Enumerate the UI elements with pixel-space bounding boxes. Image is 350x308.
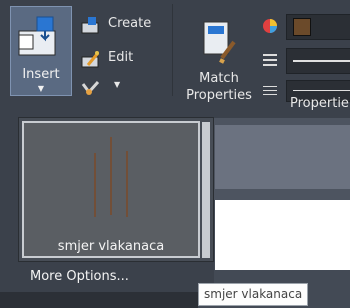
- create-block-icon: [81, 17, 99, 34]
- block-tile-smjer-vlakanaca[interactable]: smjer vlakanaca: [22, 121, 200, 258]
- insert-block-icon: [18, 16, 56, 56]
- match-properties-label: Match Properties: [186, 71, 252, 103]
- create-label: Create: [108, 16, 152, 31]
- color-swatch: [293, 18, 311, 36]
- color-wheel-icon[interactable]: [262, 18, 278, 34]
- match-properties-icon: [203, 21, 236, 64]
- properties-panel-label: Propertie: [290, 96, 349, 111]
- attribute-dropdown[interactable]: ▼: [80, 78, 140, 98]
- ribbon-divider: [172, 4, 173, 96]
- linetype-sample: [293, 60, 350, 62]
- attribute-chevron-icon: ▼: [114, 80, 121, 89]
- block-preview-icon: [94, 137, 128, 217]
- linetype-dropdown[interactable]: [286, 48, 350, 74]
- tooltip: smjer vlakanaca: [198, 283, 309, 306]
- insert-button[interactable]: Insert ▼: [10, 6, 72, 96]
- gallery-scrollbar[interactable]: [202, 122, 210, 258]
- insert-label: Insert: [22, 67, 60, 82]
- chevron-down-icon: ▼: [37, 84, 45, 93]
- edit-label: Edit: [108, 50, 134, 65]
- edit-block-button[interactable]: Edit: [80, 48, 170, 70]
- more-options-menu-item[interactable]: More Options...: [18, 262, 214, 292]
- create-block-button[interactable]: Create: [80, 14, 170, 36]
- status-strip: [0, 292, 198, 308]
- left-edge: [0, 117, 18, 308]
- linetype-icon: [263, 54, 277, 66]
- edit-block-icon: [81, 51, 100, 68]
- lineweight-sample: [293, 90, 350, 91]
- attribute-icon: [81, 80, 100, 95]
- lineweight-icon: [263, 86, 277, 95]
- color-dropdown[interactable]: [286, 14, 350, 40]
- file-tab-bar: [215, 125, 350, 189]
- block-tile-label: smjer vlakanaca: [57, 239, 165, 254]
- drawing-canvas: [215, 200, 350, 270]
